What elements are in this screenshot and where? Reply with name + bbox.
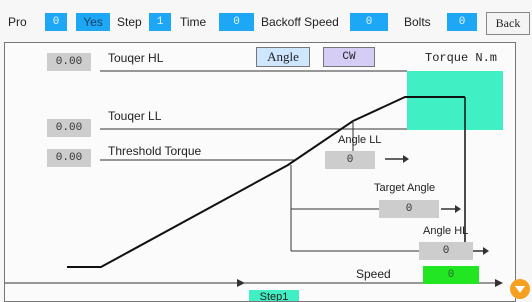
speed-label: Speed: [356, 267, 391, 281]
bolts-field[interactable]: 0: [447, 13, 477, 31]
target-angle-arrow: [455, 205, 461, 213]
target-angle-label: Target Angle: [374, 182, 436, 194]
angle-hl-label: Angle HL: [423, 225, 469, 237]
torque-hl-value[interactable]: 0.00: [47, 53, 91, 71]
warning-dropdown-icon[interactable]: [510, 279, 530, 299]
step-label: Step: [117, 15, 142, 29]
pro-field[interactable]: 0: [45, 13, 67, 31]
back-button[interactable]: Back: [486, 12, 530, 35]
time-field[interactable]: 0: [219, 13, 254, 31]
torque-axis-label: Torque N.m: [425, 51, 498, 65]
angle-button[interactable]: Angle: [256, 47, 310, 67]
angle-ll-label: Angle LL: [338, 134, 382, 146]
yes-button[interactable]: Yes: [76, 13, 110, 31]
time-label: Time: [180, 15, 207, 29]
bolts-label: Bolts: [404, 15, 431, 29]
direction-button[interactable]: CW: [323, 47, 375, 67]
torque-ll-value[interactable]: 0.00: [47, 119, 91, 137]
pro-label: Pro: [8, 15, 27, 29]
target-zone: [407, 71, 503, 130]
backoff-speed-label: Backoff Speed: [261, 15, 339, 29]
threshold-label: Threshold Torque: [108, 144, 202, 158]
step-field[interactable]: 1: [149, 13, 171, 31]
chevron-down-icon: [515, 286, 525, 293]
torque-curve-graph: [5, 70, 503, 287]
torque-angle-panel: 0.00 Touqer HL Angle CW Torque N.m 0.00 …: [4, 42, 516, 302]
target-angle-value[interactable]: 0: [379, 200, 439, 218]
torque-ll-label: Touqer LL: [108, 109, 162, 123]
angle-hl-arrow: [483, 247, 489, 255]
torque-hl-label: Touqer HL: [108, 51, 164, 65]
speed-value[interactable]: 0: [423, 266, 479, 284]
angle-ll-value[interactable]: 0: [325, 151, 375, 169]
angle-ll-arrow: [403, 155, 409, 163]
angle-hl-value[interactable]: 0: [419, 242, 473, 260]
step-tag[interactable]: Step1: [249, 290, 299, 301]
threshold-value[interactable]: 0.00: [47, 149, 91, 167]
backoff-speed-field[interactable]: 0: [350, 13, 388, 31]
top-bar: Pro 0 Yes Step 1 Time 0 Backoff Speed 0 …: [0, 0, 532, 42]
